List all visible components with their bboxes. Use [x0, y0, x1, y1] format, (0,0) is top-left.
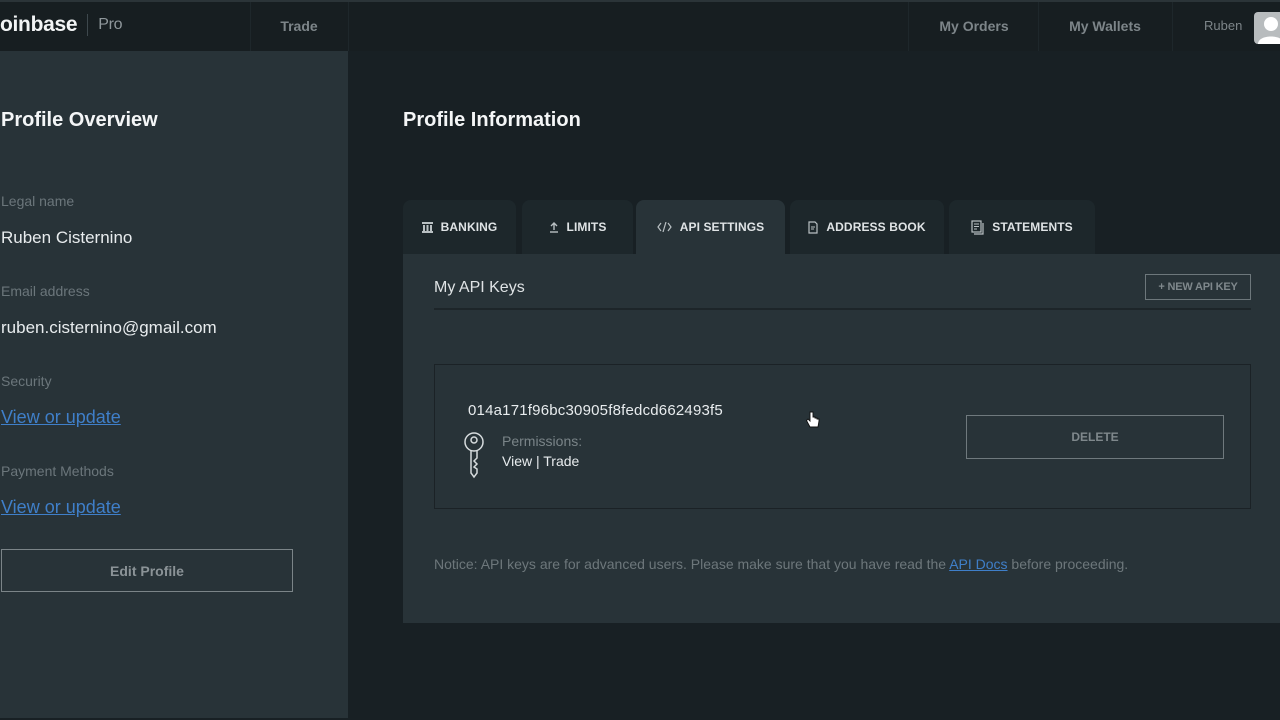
bank-icon [421, 221, 433, 233]
payment-view-update-link[interactable]: View or update [1, 497, 121, 518]
sidebar-title: Profile Overview [1, 109, 158, 131]
code-icon [656, 222, 672, 232]
new-api-key-button[interactable]: + NEW API KEY [1145, 274, 1251, 300]
tab-statements[interactable]: STATEMENTS [949, 200, 1095, 254]
api-settings-panel: My API Keys + NEW API KEY 014a171f96bc30… [403, 254, 1280, 623]
notice-text-end: before proceeding. [1007, 556, 1129, 572]
api-key-id: 014a171f96bc30905f8fedcd662493f5 [468, 402, 723, 419]
nav-trade[interactable]: Trade [250, 2, 348, 51]
api-keys-heading: My API Keys [434, 279, 525, 296]
tab-label: LIMITS [566, 220, 607, 234]
permissions-label: Permissions: [502, 433, 583, 449]
hand-cursor-icon [805, 411, 821, 431]
page-title: Profile Information [403, 109, 581, 131]
user-avatar-icon[interactable] [1254, 12, 1280, 44]
tab-banking[interactable]: BANKING [403, 200, 516, 254]
email-label: Email address [1, 283, 90, 299]
nav-divider [348, 2, 349, 51]
permissions-value: View | Trade [502, 453, 580, 469]
statements-icon [971, 219, 984, 235]
nav-my-wallets[interactable]: My Wallets [1040, 2, 1170, 51]
key-icon [462, 431, 486, 479]
nav-divider [908, 2, 909, 51]
tab-label: BANKING [440, 220, 498, 234]
logo-divider [87, 14, 89, 36]
document-icon [808, 220, 818, 234]
tab-api-settings[interactable]: API SETTINGS [636, 200, 785, 254]
tab-label: API SETTINGS [679, 220, 765, 234]
coinbase-pro-logo[interactable]: oinbase Pro [0, 13, 123, 37]
tab-label: STATEMENTS [992, 220, 1073, 234]
edit-profile-button[interactable]: Edit Profile [1, 549, 293, 592]
delete-api-key-button[interactable]: DELETE [966, 415, 1224, 459]
security-label: Security [1, 373, 52, 389]
user-menu-name[interactable]: Ruben [1180, 2, 1262, 51]
api-notice: Notice: API keys are for advanced users.… [434, 556, 1128, 572]
email-value: ruben.cisternino@gmail.com [1, 318, 217, 337]
api-key-card: 014a171f96bc30905f8fedcd662493f5 Permiss… [434, 364, 1251, 509]
nav-divider [1038, 2, 1039, 51]
security-view-update-link[interactable]: View or update [1, 407, 121, 428]
notice-text: Notice: API keys are for advanced users.… [434, 556, 950, 572]
tab-address-book[interactable]: ADDRESS BOOK [790, 200, 944, 254]
payment-methods-label: Payment Methods [1, 463, 114, 479]
nav-divider [1172, 2, 1173, 51]
nav-my-orders[interactable]: My Orders [910, 2, 1038, 51]
api-docs-link[interactable]: API Docs [949, 556, 1007, 572]
profile-sidebar: Profile Overview Legal name Ruben Cister… [0, 51, 348, 718]
tab-label: ADDRESS BOOK [826, 220, 926, 234]
legal-name-value: Ruben Cisternino [1, 228, 133, 247]
legal-name-label: Legal name [1, 193, 75, 209]
heading-divider [434, 308, 1251, 310]
logo-suffix: Pro [98, 16, 123, 33]
logo-text: oinbase [0, 13, 78, 36]
upload-arrow-icon [549, 221, 559, 233]
tab-limits[interactable]: LIMITS [522, 200, 633, 254]
top-navigation: oinbase Pro Trade My Orders My Wallets R… [0, 0, 1280, 51]
